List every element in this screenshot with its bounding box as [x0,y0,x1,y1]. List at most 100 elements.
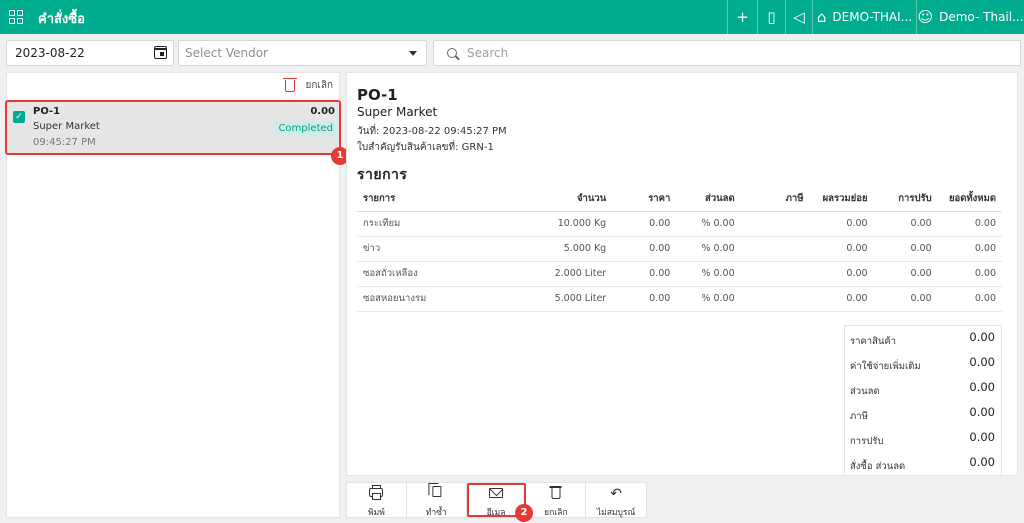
item-name: กระเทียม [357,211,500,237]
order-list-item[interactable]: ✓ PO-1 Super Market 09:45:27 PM 0.00 Com… [5,100,341,155]
item-discount: % 0.00 [676,261,741,287]
summary-row: ราคาสินค้า 0.00 [845,326,1001,351]
item-adjust: 0.00 [873,236,938,262]
summary-value: 0.00 [969,355,995,369]
item-discount: % 0.00 [676,236,741,262]
items-table: รายการ จำนวน ราคา ส่วนลด ภาษี ผลรวมย่อย … [357,187,1002,312]
cancel-button[interactable]: ยกเลิก [526,483,587,518]
mobile-sync-button[interactable]: ▯ [757,0,785,34]
item-price: 0.00 [612,261,677,287]
duplicate-label: ทำซ้ำ [425,508,447,518]
mark-incomplete-button[interactable]: ↶ ไม่สมบูรณ์ [586,483,646,518]
calendar-icon[interactable] [153,46,167,59]
item-total: 0.00 [937,286,1002,312]
summary-value: 0.00 [969,330,995,344]
cancel-order-button[interactable]: ยกเลิก [283,77,333,93]
trash-icon [549,486,562,499]
item-tax [740,211,810,237]
vendor-placeholder: Select Vendor [185,46,268,60]
summary-value: 0.00 [969,430,995,444]
items-heading: รายการ [357,167,408,183]
print-button[interactable]: พิมพ์ [347,483,407,518]
order-vendor: Super Market [33,121,100,132]
item-price: 0.00 [612,286,677,312]
item-discount: % 0.00 [676,286,741,312]
table-row: ซอสถั่วเหลือง 2.000 Liter 0.00 % 0.00 0.… [357,261,1002,287]
search-icon [447,48,457,58]
vendor-select[interactable]: Select Vendor [178,40,427,66]
summary-value: 0.00 [969,455,995,469]
item-qty: 10.000 Kg [499,211,613,237]
apps-grid-icon[interactable] [9,10,23,24]
printer-icon [369,485,384,500]
incomplete-label: ไม่สมบูรณ์ [596,508,636,518]
item-tax [740,286,810,312]
item-subtotal: 0.00 [809,261,874,287]
chevron-down-icon [409,51,417,56]
summary-box: ราคาสินค้า 0.00 ค่าใช้จ่ายเพิ่มเติม 0.00… [844,325,1002,475]
summary-row: ค่าใช้จ่ายเพิ่มเติม 0.00 [845,351,1001,376]
summary-label: ราคาสินค้า [850,336,897,347]
item-price: 0.00 [612,236,677,262]
date-field[interactable]: 2023-08-22 [6,40,174,66]
summary-label: การปรับ [850,436,884,447]
top-actions: + ▯ ◁ ⌂ DEMO-THAI... ☺ Demo- Thail... [727,0,1024,34]
item-tax [740,236,810,262]
summary-row: ภาษี 0.00 [845,401,1001,426]
phone-icon: ▯ [767,7,776,26]
summary-row: ส่วนลด 0.00 [845,376,1001,401]
detail-title: PO-1 [357,86,398,104]
column-header: รายการ [357,187,500,212]
user-name: Demo- Thail... [939,10,1024,24]
search-input[interactable]: Search [433,40,1021,66]
summary-row: การปรับ 0.00 [845,426,1001,451]
order-list-panel: ยกเลิก ✓ PO-1 Super Market 09:45:27 PM 0… [5,72,341,518]
column-header: จำนวน [499,187,613,212]
column-header: การปรับ [873,187,938,212]
table-row: ซอสหอยนางรม 5.000 Liter 0.00 % 0.00 0.00… [357,286,1002,312]
item-adjust: 0.00 [873,286,938,312]
item-tax [740,261,810,287]
trash-icon [283,77,298,92]
column-header: ส่วนลด [676,187,741,212]
column-header: ผลรวมย่อย [809,187,874,212]
add-button[interactable]: + [727,0,757,34]
item-subtotal: 0.00 [809,211,874,237]
summary-label: ส่วนลด [850,386,880,397]
detail-receipt-value: GRN-1 [461,142,494,153]
order-time: 09:45:27 PM [33,137,96,148]
column-header: ราคา [612,187,677,212]
item-name: ซอสถั่วเหลือง [357,261,500,287]
store-icon: ⌂ [816,7,827,26]
order-detail-panel: PO-1 Super Market วันที่: 2023-08-22 09:… [346,72,1018,476]
user-menu[interactable]: ☺ Demo- Thail... [916,0,1024,34]
item-subtotal: 0.00 [809,236,874,262]
table-row: ข่าว 5.000 Kg 0.00 % 0.00 0.00 0.00 0.00 [357,236,1002,262]
item-qty: 2.000 Liter [499,261,613,287]
summary-row: สั่งซื้อ ส่วนลด 0.00 [845,451,1001,475]
item-qty: 5.000 Liter [499,286,613,312]
item-discount: % 0.00 [676,211,741,237]
copy-icon [428,483,442,497]
branch-name: DEMO-THAI... [832,10,913,24]
column-header: ยอดทั้งหมด [937,187,1002,212]
step-2-marker: 2 [515,504,533,522]
branch-selector[interactable]: ⌂ DEMO-THAI... [812,0,916,34]
detail-date-value: 2023-08-22 09:45:27 PM [382,126,507,137]
plus-icon: + [736,7,749,26]
detail-date-label: วันที่: [357,126,380,137]
duplicate-button[interactable]: ทำซ้ำ [407,483,467,518]
page-title: คำสั่งซื้อ [38,12,85,27]
order-number: PO-1 [33,106,61,117]
undo-icon: ↶ [610,486,622,502]
table-header-row: รายการ จำนวน ราคา ส่วนลด ภาษี ผลรวมย่อย … [357,187,1002,212]
summary-value: 0.00 [969,380,995,394]
item-name: ซอสหอยนางรม [357,286,500,312]
summary-label: ภาษี [850,411,868,422]
mail-icon [488,488,503,498]
top-bar: คำสั่งซื้อ + ▯ ◁ ⌂ DEMO-THAI... ☺ Demo- Th… [0,0,1024,34]
print-label: พิมพ์ [367,508,385,518]
detail-receipt: ใบสำคัญรับสินค้าเลขที่: GRN-1 [357,140,494,155]
announcement-button[interactable]: ◁ [785,0,812,34]
checkbox-checked-icon[interactable]: ✓ [13,111,25,123]
